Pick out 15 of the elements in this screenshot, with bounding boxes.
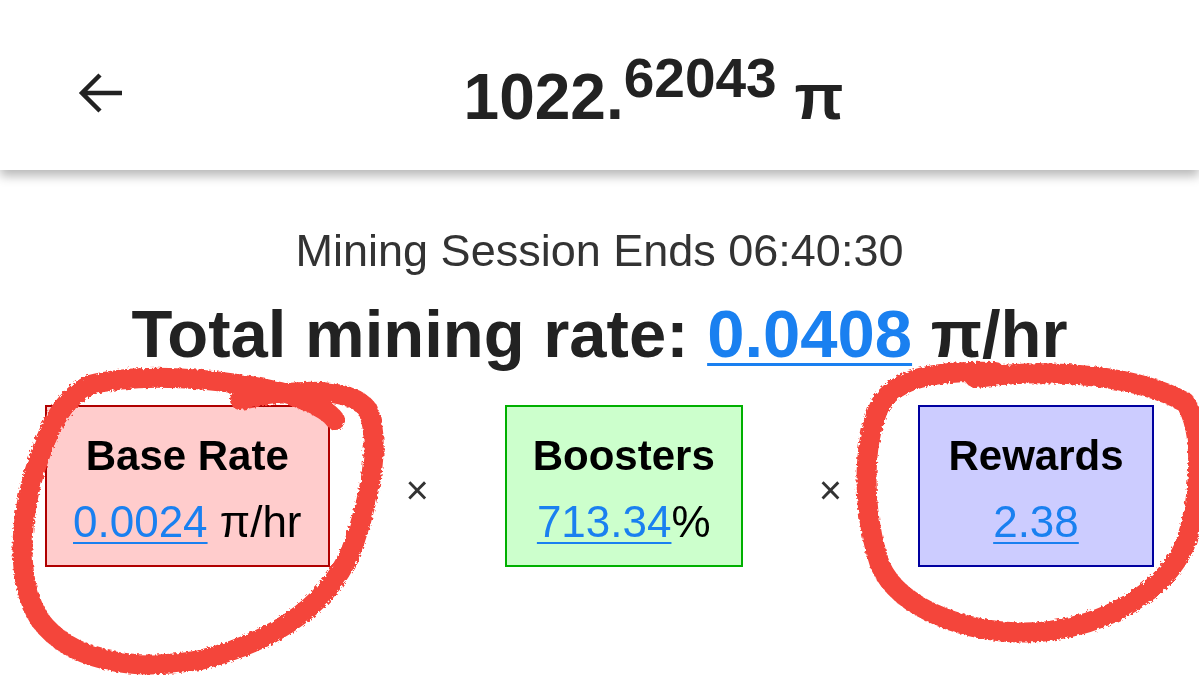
balance-title: 1022.$^{62043}$ π	[463, 53, 844, 136]
multiply-sign: ×	[405, 470, 429, 510]
card-value-text: 0.0024 π/hr	[73, 497, 302, 547]
value-link[interactable]: 2.38	[993, 497, 1079, 546]
rate-link[interactable]: 0.0408	[707, 296, 913, 371]
value-link[interactable]: 0.0024	[73, 497, 208, 546]
value-link[interactable]: 713.34	[536, 497, 672, 546]
multiply-sign: ×	[818, 470, 843, 510]
card-title: Base Rate	[85, 431, 289, 481]
total-rate-text: Total mining rate: 0.0408 π/hr	[131, 295, 1068, 373]
session-timer-text: Mining Session Ends 06:40:30	[295, 224, 904, 277]
card-title: Rewards	[948, 431, 1124, 481]
arrow-left-icon	[78, 73, 124, 113]
card-title: Boosters	[532, 431, 715, 481]
card-value-text: 713.34%	[536, 497, 711, 547]
